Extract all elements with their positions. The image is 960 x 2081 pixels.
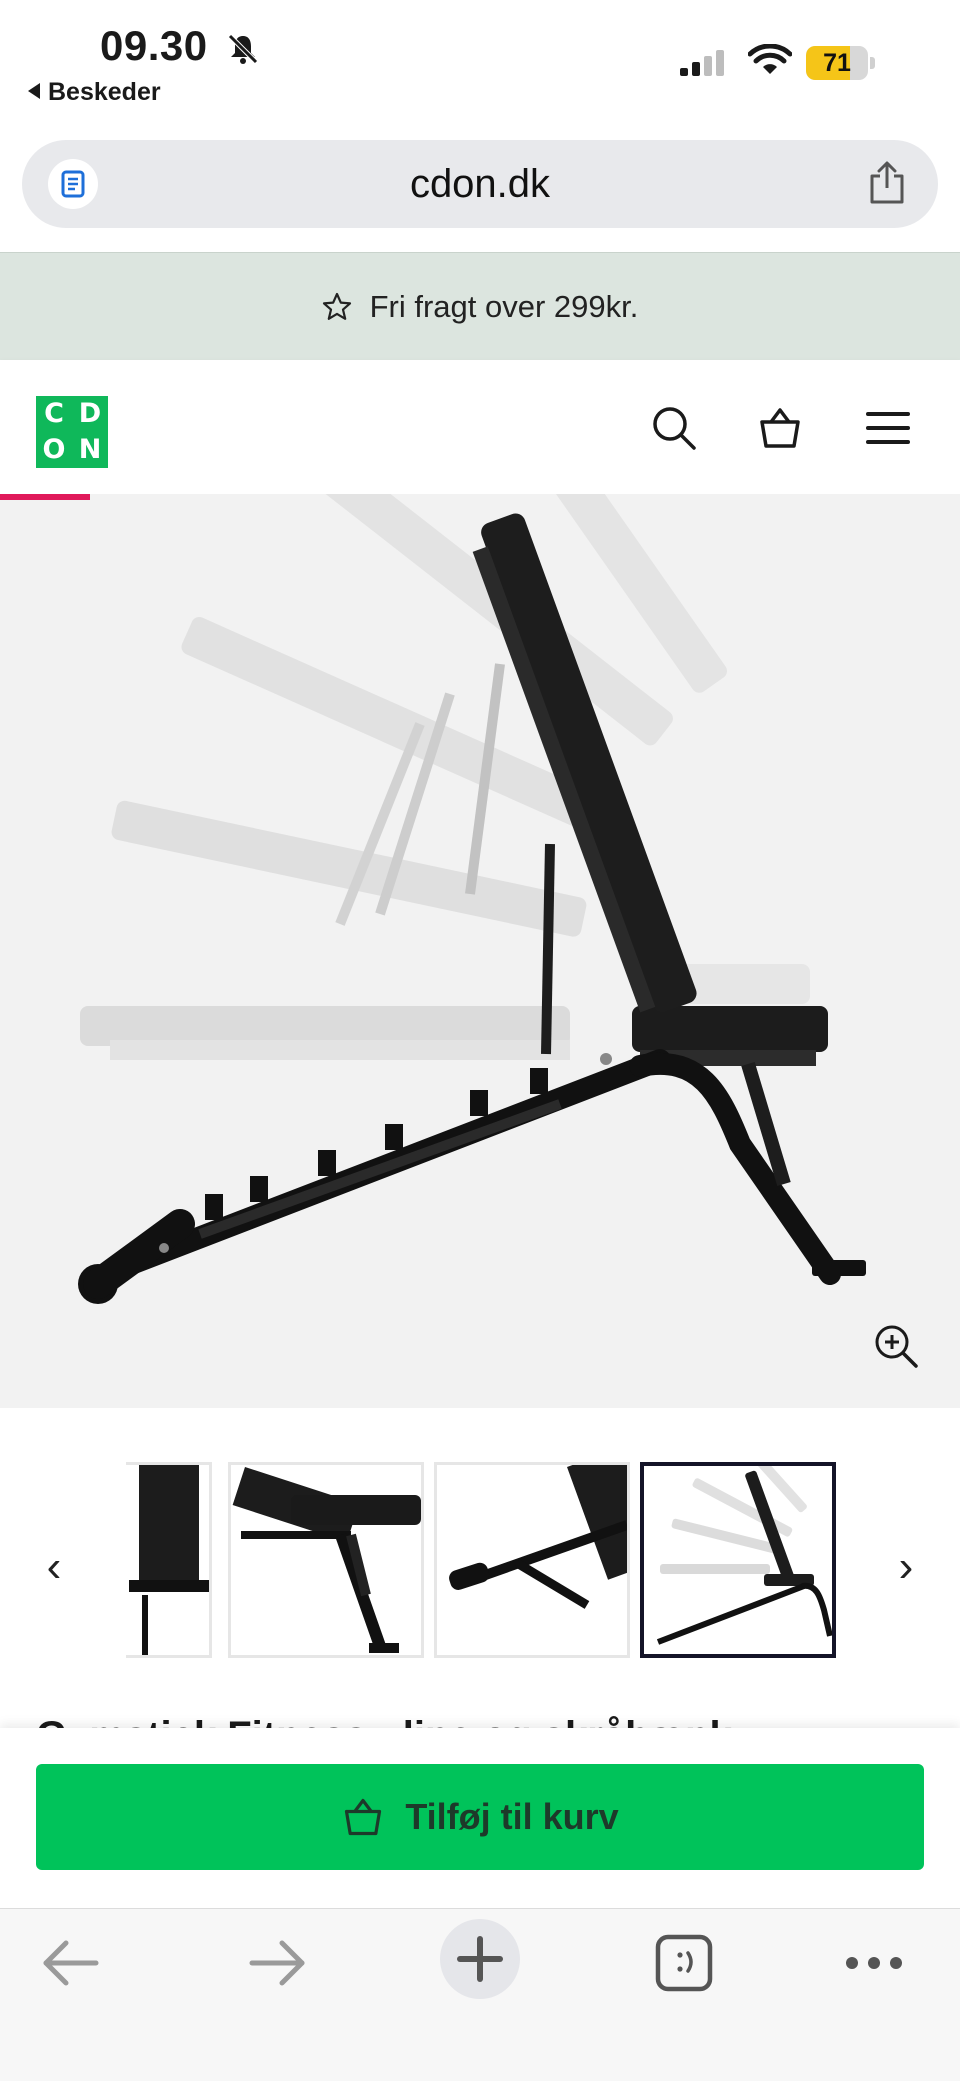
- browser-toolbar: [0, 1908, 960, 2081]
- shipping-banner-text: Fri fragt over 299kr.: [369, 289, 639, 324]
- basket-icon: [345, 1798, 382, 1836]
- thumbnail-viewport: [126, 1462, 838, 1660]
- basket-icon[interactable]: [756, 404, 804, 452]
- site-header: C D O N: [0, 360, 960, 494]
- thumbnail-prev-button[interactable]: ‹: [36, 1544, 72, 1590]
- back-to-app-link[interactable]: Beskeder: [28, 78, 161, 107]
- back-triangle-icon: [28, 83, 40, 100]
- add-to-cart-label: Tilføj til kurv: [405, 1796, 619, 1837]
- more-dots-icon[interactable]: [832, 1921, 916, 2005]
- zoom-in-icon[interactable]: [872, 1322, 920, 1370]
- hamburger-menu-icon[interactable]: [864, 404, 912, 452]
- arrow-left-icon[interactable]: [30, 1921, 114, 2005]
- thumbnail-next-button[interactable]: ›: [888, 1544, 924, 1590]
- status-bar: 09.30 Beskeder 71: [0, 0, 960, 130]
- product-main-image[interactable]: [0, 494, 960, 1408]
- wifi-icon: [748, 44, 792, 74]
- cdon-logo[interactable]: C D O N: [36, 396, 108, 468]
- bench-seat: [632, 1006, 828, 1052]
- clock: 09.30: [100, 22, 208, 69]
- url-domain[interactable]: cdon.dk: [22, 162, 938, 207]
- search-icon[interactable]: [650, 404, 698, 452]
- bench-illustration: [78, 494, 866, 1304]
- gallery-progress-indicator: [0, 494, 90, 500]
- thumbnail-bench-seat-and-legs[interactable]: [228, 1462, 424, 1658]
- thumbnail-bench-motion-composite[interactable]: [640, 1462, 836, 1658]
- address-bar[interactable]: cdon.dk: [22, 140, 938, 228]
- thumbnail-bench-backrest-closeup[interactable]: [126, 1462, 212, 1658]
- share-icon[interactable]: [866, 160, 908, 206]
- plus-icon: [457, 1936, 503, 1982]
- arrow-right-icon[interactable]: [234, 1921, 318, 2005]
- cellular-signal-icon: [680, 50, 724, 76]
- thumbnail-strip: ‹ ›: [0, 1408, 960, 1728]
- back-app-label: Beskeder: [48, 78, 161, 106]
- new-tab-button[interactable]: [440, 1919, 520, 1999]
- bell-slash-icon: [228, 34, 258, 64]
- tabs-icon[interactable]: [642, 1921, 726, 2005]
- battery-level: 71: [823, 49, 851, 77]
- ghost-backrest-2: [111, 800, 587, 937]
- shipping-banner: Fri fragt over 299kr.: [0, 252, 960, 360]
- bench-rear-leg: [629, 1053, 841, 1285]
- star-outline-icon: [322, 292, 351, 320]
- add-to-cart-bar: Tilføj til kurv: [0, 1728, 960, 1908]
- thumbnail-bench-foot-bar[interactable]: [434, 1462, 630, 1658]
- battery-indicator: 71: [806, 46, 876, 80]
- add-to-cart-button[interactable]: Tilføj til kurv: [36, 1764, 924, 1870]
